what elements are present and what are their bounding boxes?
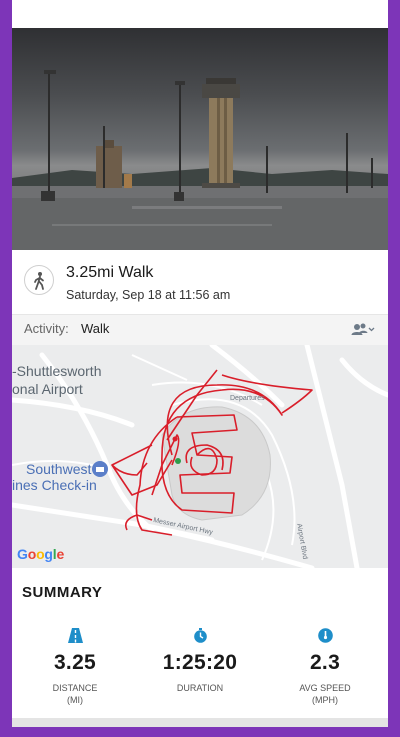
- stat-duration: 1:25:20 DURATION: [145, 628, 255, 694]
- google-letter-e: e: [56, 546, 65, 562]
- top-strip: [12, 0, 388, 28]
- bottom-divider: [12, 718, 388, 727]
- activity-title: 3.25mi Walk: [66, 264, 154, 281]
- avg-speed-value: 2.3: [309, 651, 341, 674]
- activity-type-value: Walk: [81, 321, 110, 336]
- stopwatch-icon: [193, 628, 208, 643]
- map-label-southwest-1: Southwest: [26, 461, 92, 477]
- distance-value: 3.25: [53, 651, 97, 674]
- app-frame: 3.25mi Walk Saturday, Sep 18 at 11:56 am…: [12, 0, 388, 727]
- duration-label: DURATION: [176, 683, 224, 693]
- map-label-southwest-2: ines Check-in: [12, 477, 97, 493]
- stat-avg-speed: 2.3 AVG SPEED (MPH): [270, 628, 380, 706]
- map-label-airport-1: -Shuttlesworth: [12, 363, 102, 379]
- duration-value: 1:25:20: [162, 651, 238, 674]
- route-map[interactable]: -Shuttlesworth onal Airport Southwest in…: [12, 345, 388, 568]
- google-letter-g2: g: [44, 546, 53, 562]
- activity-type-label: Activity:: [24, 321, 69, 336]
- walking-person-icon: [24, 265, 54, 295]
- summary-section: SUMMARY 3.25 DISTANCE (MI) 1:25:20 DURAT…: [12, 568, 388, 718]
- activity-datetime: Saturday, Sep 18 at 11:56 am: [66, 288, 231, 302]
- avg-speed-label: AVG SPEED (MPH): [299, 683, 351, 705]
- activity-type-row: Activity: Walk: [12, 314, 388, 345]
- stat-distance: 3.25 DISTANCE (MI): [20, 628, 130, 706]
- map-label-departures: Departures: [230, 395, 265, 402]
- google-letter-o1: o: [27, 546, 37, 562]
- activity-header: 3.25mi Walk Saturday, Sep 18 at 11:56 am: [12, 250, 388, 314]
- photo-scene: [12, 70, 388, 250]
- speedometer-icon: [317, 628, 333, 643]
- google-letter-g: G: [17, 546, 28, 562]
- distance-label: DISTANCE (MI): [52, 683, 98, 705]
- people-dropdown-icon[interactable]: [350, 321, 376, 339]
- road-icon: [67, 628, 83, 643]
- google-attribution: Google: [17, 546, 64, 562]
- map-label-airport-2: onal Airport: [12, 381, 83, 397]
- activity-photo[interactable]: [12, 28, 388, 250]
- summary-title: SUMMARY: [22, 584, 103, 601]
